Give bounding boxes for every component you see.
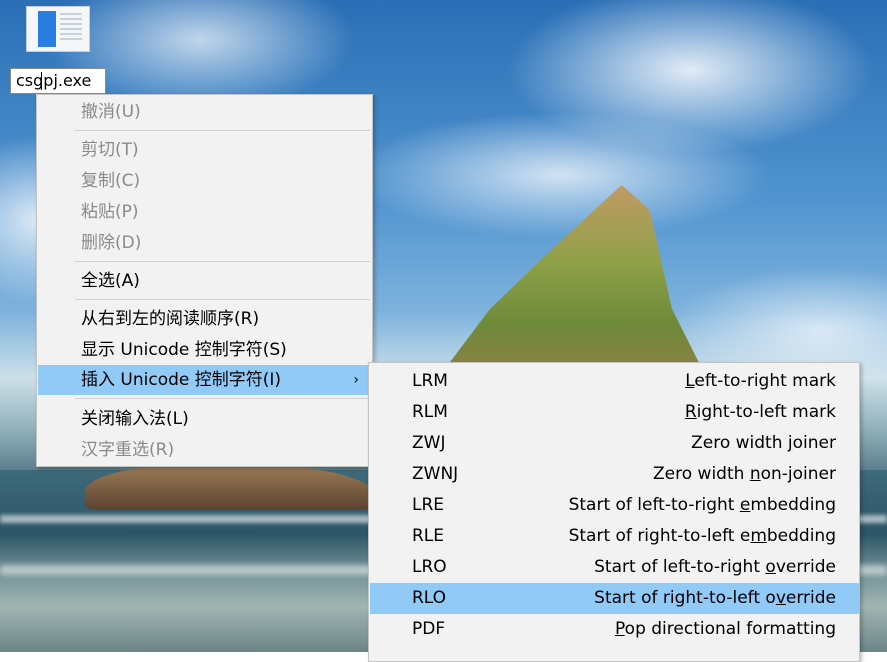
control-description: Zero width non-joiner: [653, 464, 836, 484]
submenu-item-lre[interactable]: LRE Start of left-to-right embedding: [370, 490, 860, 521]
menu-item-label: 关闭输入法(L): [81, 409, 189, 429]
submenu-item-lrm[interactable]: LRM Left-to-right mark: [370, 366, 860, 397]
control-description: Start of right-to-left embedding: [568, 526, 836, 546]
menu-item-paste[interactable]: 粘贴(P): [38, 197, 371, 227]
exe-file-icon[interactable]: [26, 6, 90, 52]
control-code: LRE: [412, 495, 445, 515]
menu-item-hanzi-reconvert[interactable]: 汉字重选(R): [38, 435, 371, 465]
document-icon: [38, 11, 56, 47]
menu-item-show-unicode-control[interactable]: 显示 Unicode 控制字符(S): [38, 335, 371, 365]
control-code: RLM: [412, 402, 448, 422]
rename-input[interactable]: csgpj.exe: [10, 68, 106, 94]
menu-separator: [75, 130, 370, 131]
submenu-item-zwnj[interactable]: ZWNJ Zero width non-joiner: [370, 459, 860, 490]
menu-separator: [75, 398, 370, 399]
control-code: PDF: [412, 619, 446, 639]
submenu-item-zwj[interactable]: ZWJ Zero width joiner: [370, 428, 860, 459]
chevron-right-icon: ›: [353, 372, 359, 388]
menu-item-label: 复制(C): [81, 171, 141, 191]
submenu-item-rle[interactable]: RLE Start of right-to-left embedding: [370, 521, 860, 552]
menu-item-undo[interactable]: 撤消(U): [38, 97, 371, 127]
menu-item-close-ime[interactable]: 关闭输入法(L): [38, 404, 371, 434]
control-code: RLE: [412, 526, 445, 546]
menu-item-delete[interactable]: 删除(D): [38, 228, 371, 258]
control-code: ZWNJ: [412, 464, 459, 484]
menu-item-copy[interactable]: 复制(C): [38, 166, 371, 196]
menu-item-label: 删除(D): [81, 233, 142, 253]
menu-separator: [75, 299, 370, 300]
control-code: LRM: [412, 371, 448, 391]
control-description: Start of right-to-left override: [594, 588, 836, 608]
menu-item-insert-unicode-control[interactable]: 插入 Unicode 控制字符(I) ›: [38, 365, 371, 395]
control-description: Start of left-to-right embedding: [568, 495, 836, 515]
control-description: Left-to-right mark: [685, 371, 836, 391]
document-lines-icon: [60, 13, 82, 45]
control-description: Right-to-left mark: [684, 402, 836, 422]
menu-item-rtl-reading-order[interactable]: 从右到左的阅读顺序(R): [38, 304, 371, 334]
control-description: Start of left-to-right override: [594, 557, 836, 577]
menu-item-label: 粘贴(P): [81, 202, 139, 222]
menu-item-label: 从右到左的阅读顺序(R): [81, 309, 260, 329]
submenu-item-rlm[interactable]: RLM Right-to-left mark: [370, 397, 860, 428]
menu-item-label: 插入 Unicode 控制字符(I): [81, 370, 282, 390]
submenu-item-lro[interactable]: LRO Start of left-to-right override: [370, 552, 860, 583]
menu-separator: [75, 261, 370, 262]
control-description: Pop directional formatting: [615, 619, 836, 639]
submenu-item-rlo[interactable]: RLO Start of right-to-left override: [370, 583, 860, 614]
menu-item-label: 撤消(U): [81, 102, 141, 122]
control-code: RLO: [412, 588, 447, 608]
rename-input-text: csgpj.exe: [16, 71, 92, 90]
menu-item-select-all[interactable]: 全选(A): [38, 266, 371, 296]
menu-item-label: 剪切(T): [81, 140, 139, 160]
context-menu: 撤消(U) 剪切(T) 复制(C) 粘贴(P) 删除(D) 全选(A) 从右到左…: [36, 94, 373, 467]
submenu-item-pdf[interactable]: PDF Pop directional formatting: [370, 614, 860, 645]
control-code: LRO: [412, 557, 447, 577]
menu-item-label: 汉字重选(R): [81, 440, 175, 460]
unicode-control-submenu: LRM Left-to-right mark RLM Right-to-left…: [368, 362, 860, 662]
menu-item-label: 显示 Unicode 控制字符(S): [81, 340, 287, 360]
control-code: ZWJ: [412, 433, 446, 453]
menu-item-cut[interactable]: 剪切(T): [38, 135, 371, 165]
menu-item-label: 全选(A): [81, 271, 140, 291]
control-description: Zero width joiner: [691, 433, 836, 453]
text-caret: [41, 72, 42, 90]
